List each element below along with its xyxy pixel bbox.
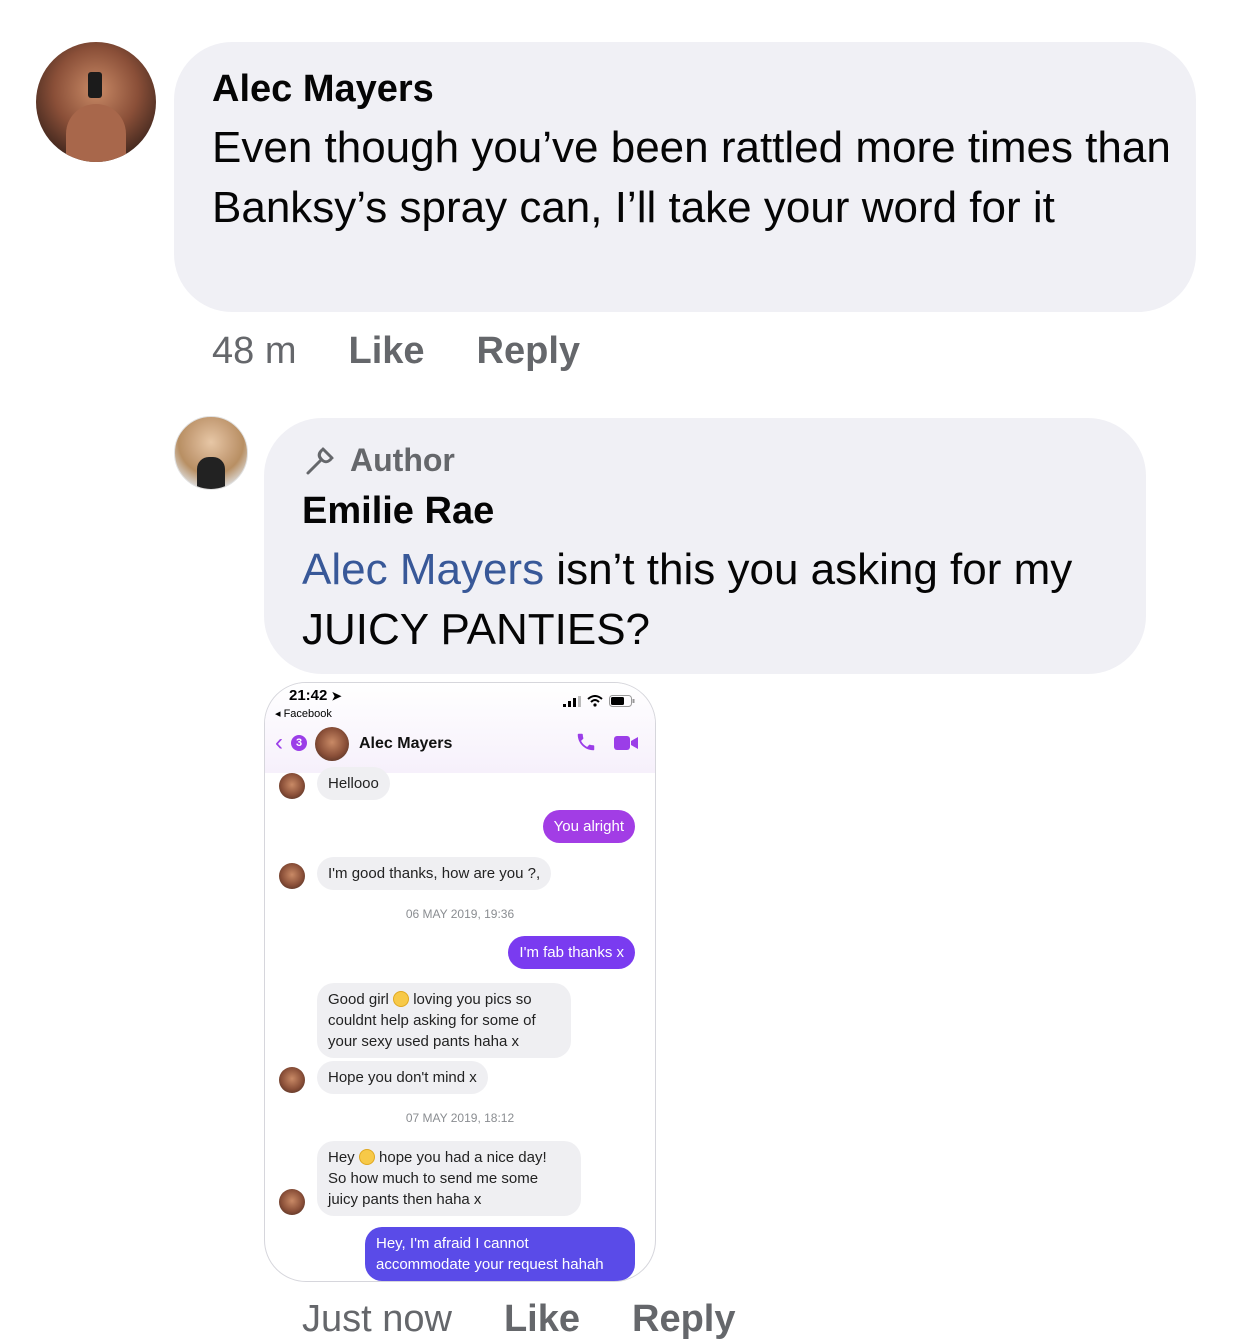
sender-avatar [279,1067,305,1093]
reply-timestamp[interactable]: Just now [302,1298,452,1341]
battery-icon [609,695,635,707]
avatar-figure [66,104,126,162]
reply-bubble: Author Emilie Rae Alec Mayers isn’t this… [264,418,1146,674]
chat-back-chevron-icon[interactable]: ‹ [275,731,283,755]
avatar-phone [88,72,102,98]
sender-avatar [279,863,305,889]
chat-contact-name[interactable]: Alec Mayers [359,735,452,753]
reply-button[interactable]: Reply [477,330,580,373]
signal-icon [563,695,581,707]
reply-text: Alec Mayers isn’t this you asking for my… [302,540,1132,660]
message-incoming: I'm good thanks, how are you ?, [317,857,552,890]
like-button[interactable]: Like [348,330,424,373]
status-icons [563,695,635,707]
status-time: 21:42 ➤ [289,687,342,704]
unread-badge: 3 [291,735,307,751]
reply-author-avatar[interactable] [174,416,248,490]
status-back-app: ◂ Facebook [275,708,332,720]
like-button[interactable]: Like [504,1298,580,1341]
sender-avatar [279,773,305,799]
mention-link[interactable]: Alec Mayers [302,545,544,594]
message-incoming: Hope you don't mind x [317,1061,488,1094]
avatar-figure [197,457,225,489]
phone-icon[interactable] [575,731,597,753]
message-outgoing: I'm fab thanks x [508,936,635,969]
chat-contact-avatar[interactable] [315,727,349,761]
video-call-icon[interactable] [613,733,639,753]
message-outgoing: You alright [542,810,635,843]
comment-timestamp[interactable]: 48 m [212,330,296,373]
commenter-avatar[interactable] [36,42,156,162]
author-badge: Author [302,442,455,479]
smirk-emoji-icon [393,991,410,1007]
reply-author[interactable]: Emilie Rae [302,490,494,533]
message-timestamp: 07 MAY 2019, 18:12 [405,1111,515,1125]
author-badge-label: Author [350,442,455,478]
message-incoming: Hey hope you had a nice day! So how much… [317,1141,581,1216]
message-incoming: Good girl loving you pics so couldnt hel… [317,983,571,1058]
microphone-icon [306,447,334,474]
comment-author[interactable]: Alec Mayers [212,68,434,111]
message-timestamp: 06 MAY 2019, 19:36 [405,907,515,921]
message-outgoing: Hey, I'm afraid I cannot accommodate you… [365,1227,635,1281]
reply-actions: Just now Like Reply [302,1298,736,1341]
wifi-icon [587,695,603,707]
message-incoming: Hellooo [317,767,390,800]
comment-text: Even though you’ve been rattled more tim… [212,123,1171,232]
smile-emoji-icon [358,1149,375,1165]
sender-avatar [279,1189,305,1215]
reply-button[interactable]: Reply [632,1298,735,1341]
comment-actions: 48 m Like Reply [212,330,580,373]
attached-screenshot[interactable]: 21:42 ➤ ◂ Facebook ‹ 3 Alec Mayers Hello… [264,682,656,1282]
comment-bubble: Alec Mayers Even though you’ve been ratt… [174,42,1196,312]
